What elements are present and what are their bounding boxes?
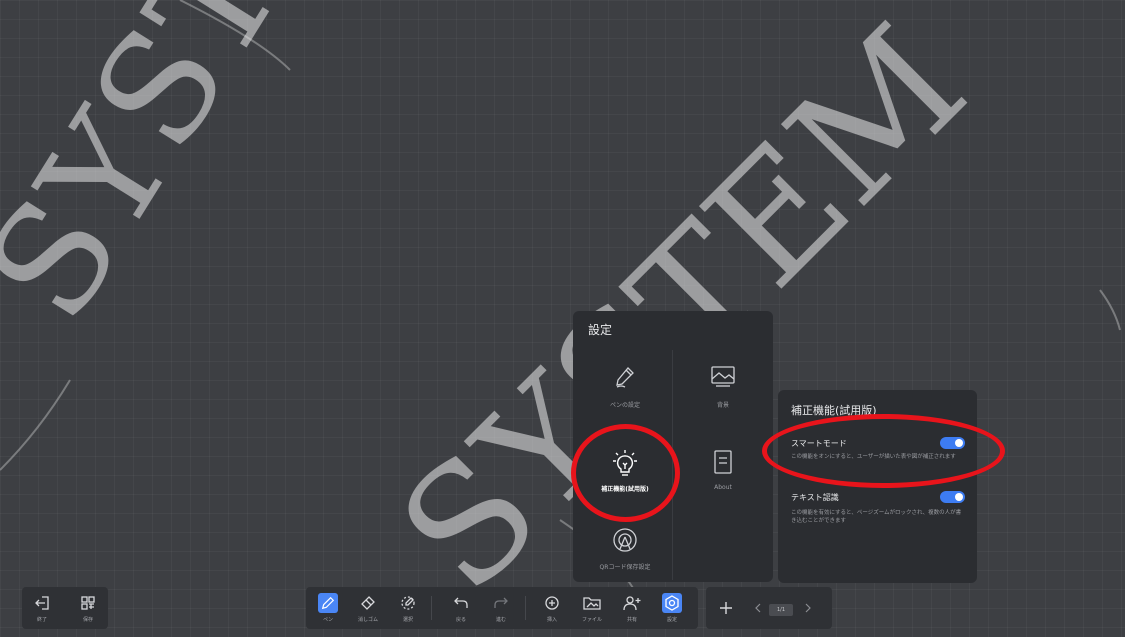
save-grid-icon — [81, 596, 95, 610]
share-user-icon — [623, 596, 641, 611]
settings-item-label: ペンの設定 — [609, 402, 640, 409]
file-button[interactable]: ファイル — [578, 590, 606, 626]
settings-item-background[interactable]: 背景 — [674, 351, 772, 437]
redo-label: 進む — [495, 617, 506, 623]
folder-icon — [583, 597, 601, 610]
settings-item-label: QRコード保存設定 — [599, 564, 651, 571]
eraser-label: 消しゴム — [357, 617, 378, 623]
pen-tool-button[interactable]: ペン — [314, 590, 342, 626]
eraser-icon — [361, 596, 375, 610]
share-label: 共有 — [626, 617, 637, 623]
select-label: 選択 — [402, 617, 413, 623]
exit-label: 終了 — [36, 617, 47, 623]
settings-item-label: 背景 — [716, 402, 729, 409]
settings-title: 設定 — [588, 323, 613, 337]
exit-icon — [35, 596, 49, 610]
toolbar-divider — [525, 596, 526, 620]
settings-button[interactable]: 設定 — [658, 590, 686, 626]
share-button[interactable]: 共有 — [618, 590, 646, 626]
toolbar-divider — [431, 596, 432, 620]
pen-label: ペン — [322, 617, 333, 623]
insert-button[interactable]: 挿入 — [538, 590, 566, 626]
redo-icon — [494, 597, 508, 608]
document-icon — [714, 450, 732, 474]
left-toolbar: 終了 保存 — [22, 587, 108, 629]
main-toolbar: ペン 消しゴム 選択 戻る 進む 挿入 ファイル 共有 設定 — [306, 587, 698, 629]
annotation-ring-correction — [571, 424, 680, 522]
insert-icon — [545, 596, 559, 610]
settings-item-about[interactable]: About — [674, 435, 772, 521]
undo-icon — [454, 597, 468, 608]
qr-broadcast-icon — [613, 528, 637, 552]
settings-icon — [665, 595, 679, 611]
text-recognition-toggle[interactable] — [940, 491, 965, 503]
redo-button[interactable]: 進む — [487, 590, 515, 626]
undo-button[interactable]: 戻る — [447, 590, 475, 626]
text-recognition-label: テキスト認識 — [791, 493, 839, 502]
settings-item-label: About — [714, 484, 732, 491]
plus-icon[interactable] — [718, 600, 734, 616]
chevron-right-icon[interactable] — [804, 603, 812, 613]
pen-icon — [321, 596, 335, 610]
chevron-left-icon[interactable] — [754, 603, 762, 613]
save-label: 保存 — [82, 617, 93, 623]
page-indicator: 1/1 — [769, 604, 793, 616]
settings-label: 設定 — [666, 617, 677, 623]
background-image-icon — [711, 366, 735, 387]
exit-button[interactable]: 終了 — [28, 590, 56, 626]
insert-label: 挿入 — [546, 617, 557, 623]
undo-label: 戻る — [455, 617, 466, 623]
eraser-tool-button[interactable]: 消しゴム — [354, 590, 382, 626]
lasso-select-icon — [401, 596, 415, 610]
annotation-ring-smart-mode — [762, 414, 1005, 488]
select-tool-button[interactable]: 選択 — [394, 590, 422, 626]
pen-icon — [616, 367, 634, 388]
text-recognition-desc: この機能を有効にすると、ページズームがロックされ、複数の人が書き込むことができま… — [791, 510, 962, 524]
file-label: ファイル — [581, 617, 602, 623]
save-button[interactable]: 保存 — [74, 590, 102, 626]
